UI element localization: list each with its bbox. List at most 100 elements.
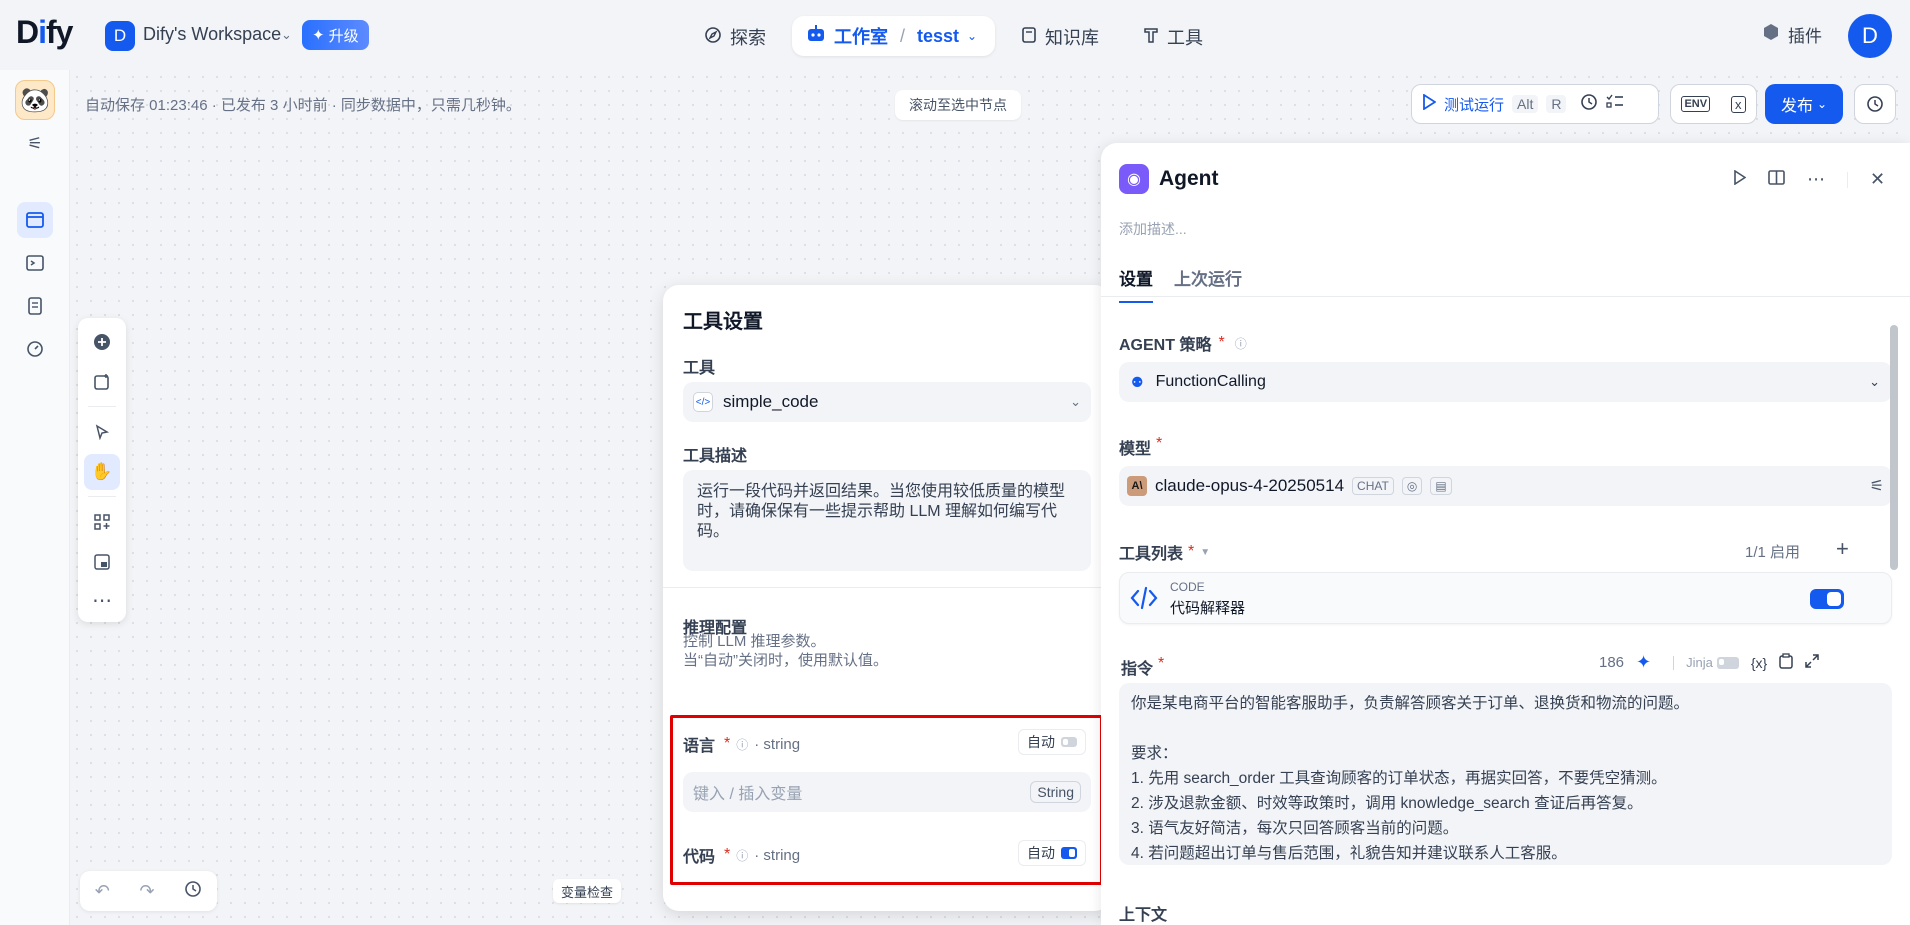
jinja-toggle[interactable]: Jinja xyxy=(1686,655,1739,670)
model-settings-icon[interactable]: ⚟ xyxy=(1870,476,1884,496)
divider xyxy=(1847,171,1848,188)
nav-studio[interactable]: 工作室 / tesst ⌄ xyxy=(792,16,995,56)
chevron-down-icon[interactable]: ⌄ xyxy=(281,27,292,43)
terminal-icon[interactable] xyxy=(17,245,53,281)
nav-knowledge[interactable]: 知识库 xyxy=(1021,20,1099,54)
insert-variable-button[interactable]: {x} xyxy=(1751,655,1767,671)
strategy-select[interactable]: ⚉ FunctionCalling ⌄ xyxy=(1119,362,1892,402)
dify-logo[interactable]: Dify xyxy=(16,14,73,51)
help-icon[interactable]: ⓘ xyxy=(1235,335,1247,352)
plugins-button[interactable]: 插件 xyxy=(1762,22,1822,47)
book-open-icon[interactable] xyxy=(1768,169,1785,190)
redo-icon[interactable]: ↷ xyxy=(139,881,154,902)
highlight-box xyxy=(670,715,1103,885)
monitoring-icon[interactable] xyxy=(17,331,53,367)
settings-sliders-icon[interactable]: ⚟ xyxy=(17,126,53,162)
sparkle-icon: ✦ xyxy=(312,27,325,44)
tool-settings-title: 工具设置 xyxy=(683,311,763,333)
add-note-icon[interactable] xyxy=(84,364,120,400)
run-history-icon[interactable] xyxy=(1580,93,1598,116)
reasoning-sub2: 当“自动”关闭时，使用默认值。 xyxy=(683,652,888,669)
pointer-icon[interactable] xyxy=(84,414,120,450)
model-select[interactable]: A\ claude-opus-4-20250514 CHAT ◎ ▤ ⚟ xyxy=(1119,466,1892,506)
more-icon[interactable]: ⋯ xyxy=(84,582,120,618)
agent-title[interactable]: Agent xyxy=(1159,167,1219,191)
workspace-name[interactable]: Dify's Workspace xyxy=(143,24,281,45)
agent-icon: ◉ xyxy=(1119,164,1149,194)
tab-last-run[interactable]: 上次运行 xyxy=(1174,265,1242,290)
strategy-field: AGENT 策略 * ⓘ xyxy=(1119,334,1247,354)
book-icon xyxy=(1021,26,1037,49)
compass-icon xyxy=(704,26,722,49)
reasoning-sub1: 控制 LLM 推理参数。 xyxy=(683,633,826,650)
copy-icon[interactable] xyxy=(1779,652,1793,673)
add-node-icon[interactable] xyxy=(84,324,120,360)
context-label: 上下文 xyxy=(1119,907,1168,924)
run-toolbar: 测试运行 Alt R xyxy=(1411,84,1659,124)
strategy-icon: ⚉ xyxy=(1131,373,1144,390)
divider xyxy=(88,496,116,497)
undo-icon[interactable]: ↶ xyxy=(95,881,110,902)
env-variables-button[interactable]: ENV xyxy=(1681,96,1711,112)
scrollbar[interactable] xyxy=(1890,325,1898,570)
chevron-down-icon[interactable]: ⌄ xyxy=(967,29,977,43)
chevron-down-icon: ⌄ xyxy=(1816,97,1828,111)
organize-blocks-icon[interactable] xyxy=(84,504,120,540)
hammer-icon xyxy=(1143,26,1159,49)
divider xyxy=(663,587,1111,588)
caret-down-icon[interactable]: ▼ xyxy=(1200,547,1210,558)
scroll-to-node-button[interactable]: 滚动至选中节点 xyxy=(895,90,1021,120)
app-icon[interactable]: 🐼 xyxy=(15,80,55,120)
cube-icon xyxy=(1762,23,1780,46)
add-tool-icon[interactable]: + xyxy=(1836,536,1849,562)
code-icon xyxy=(1130,585,1158,616)
instruction-field: 指令 * xyxy=(1121,655,1165,678)
more-icon[interactable]: ⋯ xyxy=(1807,169,1825,190)
nav-explore[interactable]: 探索 xyxy=(704,20,766,54)
instruction-editor[interactable]: 你是某电商平台的智能客服助手，负责解答顾客关于订单、退换货和物流的问题。 要求：… xyxy=(1119,683,1892,865)
orchestrate-icon[interactable] xyxy=(17,202,53,238)
close-icon[interactable]: ✕ xyxy=(1870,169,1885,190)
kbd-alt: Alt xyxy=(1512,95,1539,113)
tool-label: 工具 xyxy=(683,360,716,377)
tool-type: CODE xyxy=(1170,580,1205,594)
version-history-icon[interactable] xyxy=(1854,84,1896,124)
agent-description-input[interactable]: 添加描述... xyxy=(1119,219,1187,239)
char-count: 186 xyxy=(1599,654,1625,671)
minimap-icon[interactable] xyxy=(84,544,120,580)
sparkle-icon[interactable]: ✦ xyxy=(1636,652,1651,673)
tools-count: 1/1 启用 xyxy=(1745,544,1801,561)
hand-icon[interactable]: ✋ xyxy=(84,454,120,490)
nav-tools[interactable]: 工具 xyxy=(1143,20,1203,54)
kbd-r: R xyxy=(1546,95,1567,113)
chevron-down-icon: ⌄ xyxy=(1869,374,1880,389)
autosave-status: 自动保存 01:23:46 · 已发布 3 小时前 · 同步数据中，只需几秒钟。 xyxy=(85,97,521,114)
tool-select[interactable]: </> simple_code ⌄ xyxy=(683,382,1091,422)
undo-redo-bar: ↶ ↷ xyxy=(80,871,217,911)
logs-icon[interactable] xyxy=(17,288,53,324)
app-name[interactable]: tesst xyxy=(917,26,959,47)
chevron-down-icon: ⌄ xyxy=(1070,394,1081,409)
checklist-icon[interactable] xyxy=(1606,94,1624,115)
divider xyxy=(88,406,116,407)
publish-button[interactable]: 发布 ⌄ xyxy=(1765,84,1843,124)
tools-field: 工具列表 * ▼ xyxy=(1119,543,1211,563)
env-toolbar: ENV x xyxy=(1670,84,1757,124)
user-avatar[interactable]: D xyxy=(1848,14,1892,58)
history-icon[interactable] xyxy=(184,880,202,903)
upgrade-button[interactable]: ✦ 升级 xyxy=(302,20,369,50)
code-icon: </> xyxy=(693,392,713,412)
model-field: 模型 * xyxy=(1119,435,1163,458)
expand-icon[interactable] xyxy=(1805,653,1819,672)
test-run-button[interactable]: 测试运行 Alt R xyxy=(1422,93,1567,115)
tool-name: 代码解释器 xyxy=(1170,600,1246,617)
variable-inspect-button[interactable]: 变量检查 xyxy=(553,879,622,903)
tool-description: 运行一段代码并返回结果。当您使用较低质量的模型时，请确保保有一些提示帮助 LLM… xyxy=(683,470,1091,571)
workspace-avatar: D xyxy=(105,21,135,51)
run-node-icon[interactable] xyxy=(1733,169,1747,190)
robot-icon xyxy=(806,24,826,48)
tool-card[interactable]: CODE 代码解释器 xyxy=(1119,572,1892,624)
conversation-variables-icon[interactable]: x xyxy=(1731,95,1746,113)
tab-settings[interactable]: 设置 xyxy=(1119,265,1153,303)
tool-enabled-toggle[interactable] xyxy=(1810,589,1844,609)
